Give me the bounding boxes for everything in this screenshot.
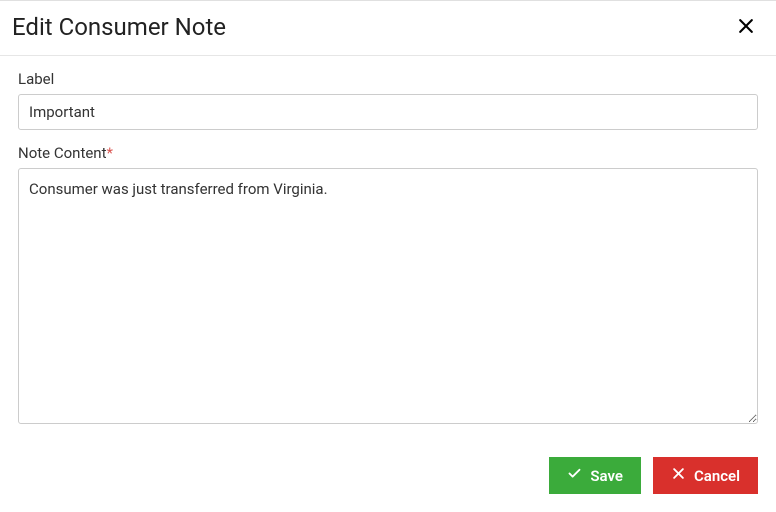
close-icon <box>736 16 756 39</box>
check-icon <box>567 466 582 485</box>
edit-consumer-note-modal: Edit Consumer Note Label Note Content* <box>0 0 776 512</box>
close-button[interactable] <box>734 15 758 39</box>
label-field-label: Label <box>18 70 758 88</box>
required-marker: * <box>107 144 113 162</box>
label-input[interactable] <box>18 94 758 130</box>
modal-header: Edit Consumer Note <box>0 1 776 56</box>
note-content-label-text: Note Content <box>18 144 107 162</box>
cancel-button-label: Cancel <box>694 467 740 485</box>
label-form-group: Label <box>18 70 758 130</box>
modal-title: Edit Consumer Note <box>12 13 226 41</box>
modal-body: Label Note Content* <box>0 56 776 443</box>
note-content-textarea[interactable] <box>18 168 758 424</box>
save-button-label: Save <box>590 467 623 485</box>
modal-footer: Save Cancel <box>0 443 776 512</box>
note-content-form-group: Note Content* <box>18 144 758 428</box>
x-icon <box>671 466 686 485</box>
note-content-field-label: Note Content* <box>18 144 758 162</box>
save-button[interactable]: Save <box>549 457 641 494</box>
cancel-button[interactable]: Cancel <box>653 457 758 494</box>
